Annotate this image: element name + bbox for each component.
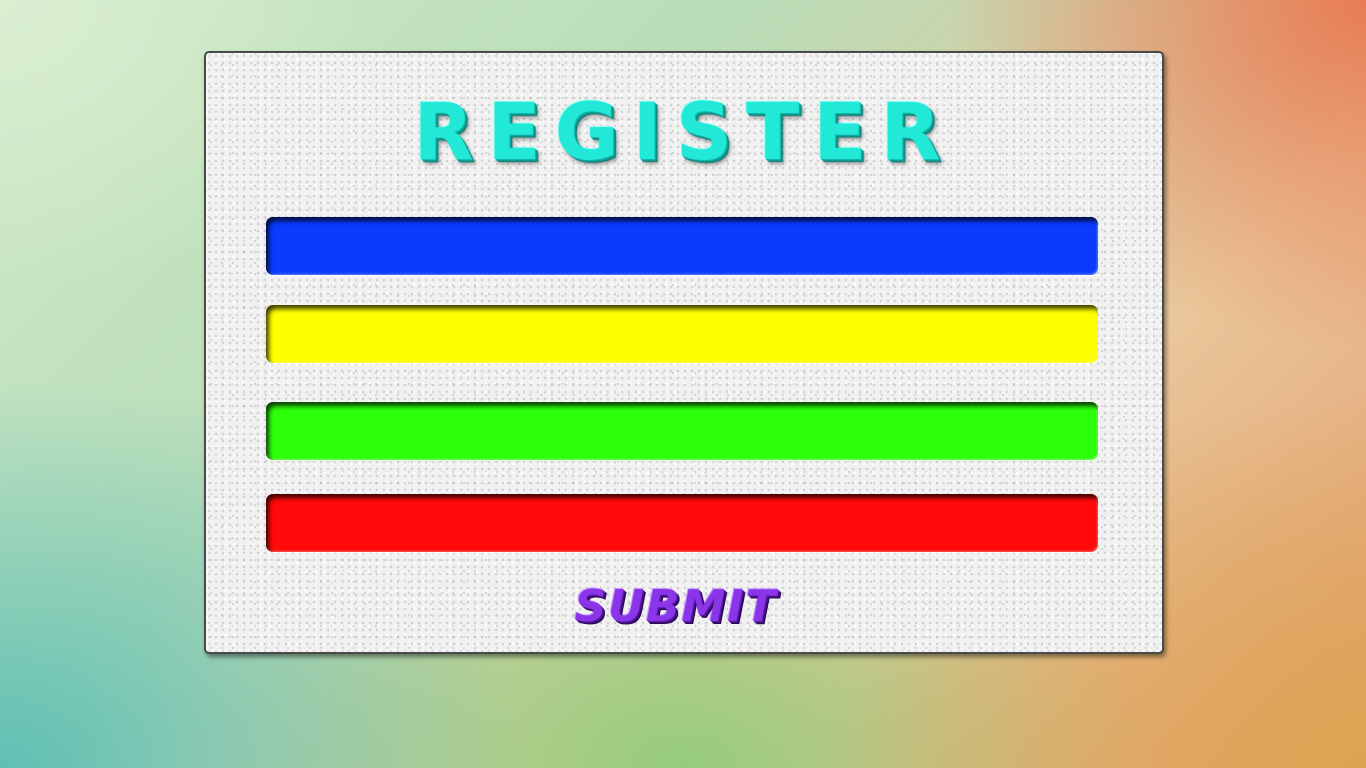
input-field-yellow[interactable] <box>266 305 1098 363</box>
input-field-red[interactable] <box>266 494 1098 552</box>
input-field-green[interactable] <box>266 402 1098 460</box>
submit-button[interactable]: SUBMIT <box>536 571 816 641</box>
register-form-panel: REGISTER SUBMIT <box>204 51 1164 654</box>
form-title: REGISTER <box>413 88 955 178</box>
input-field-blue[interactable] <box>266 217 1098 275</box>
